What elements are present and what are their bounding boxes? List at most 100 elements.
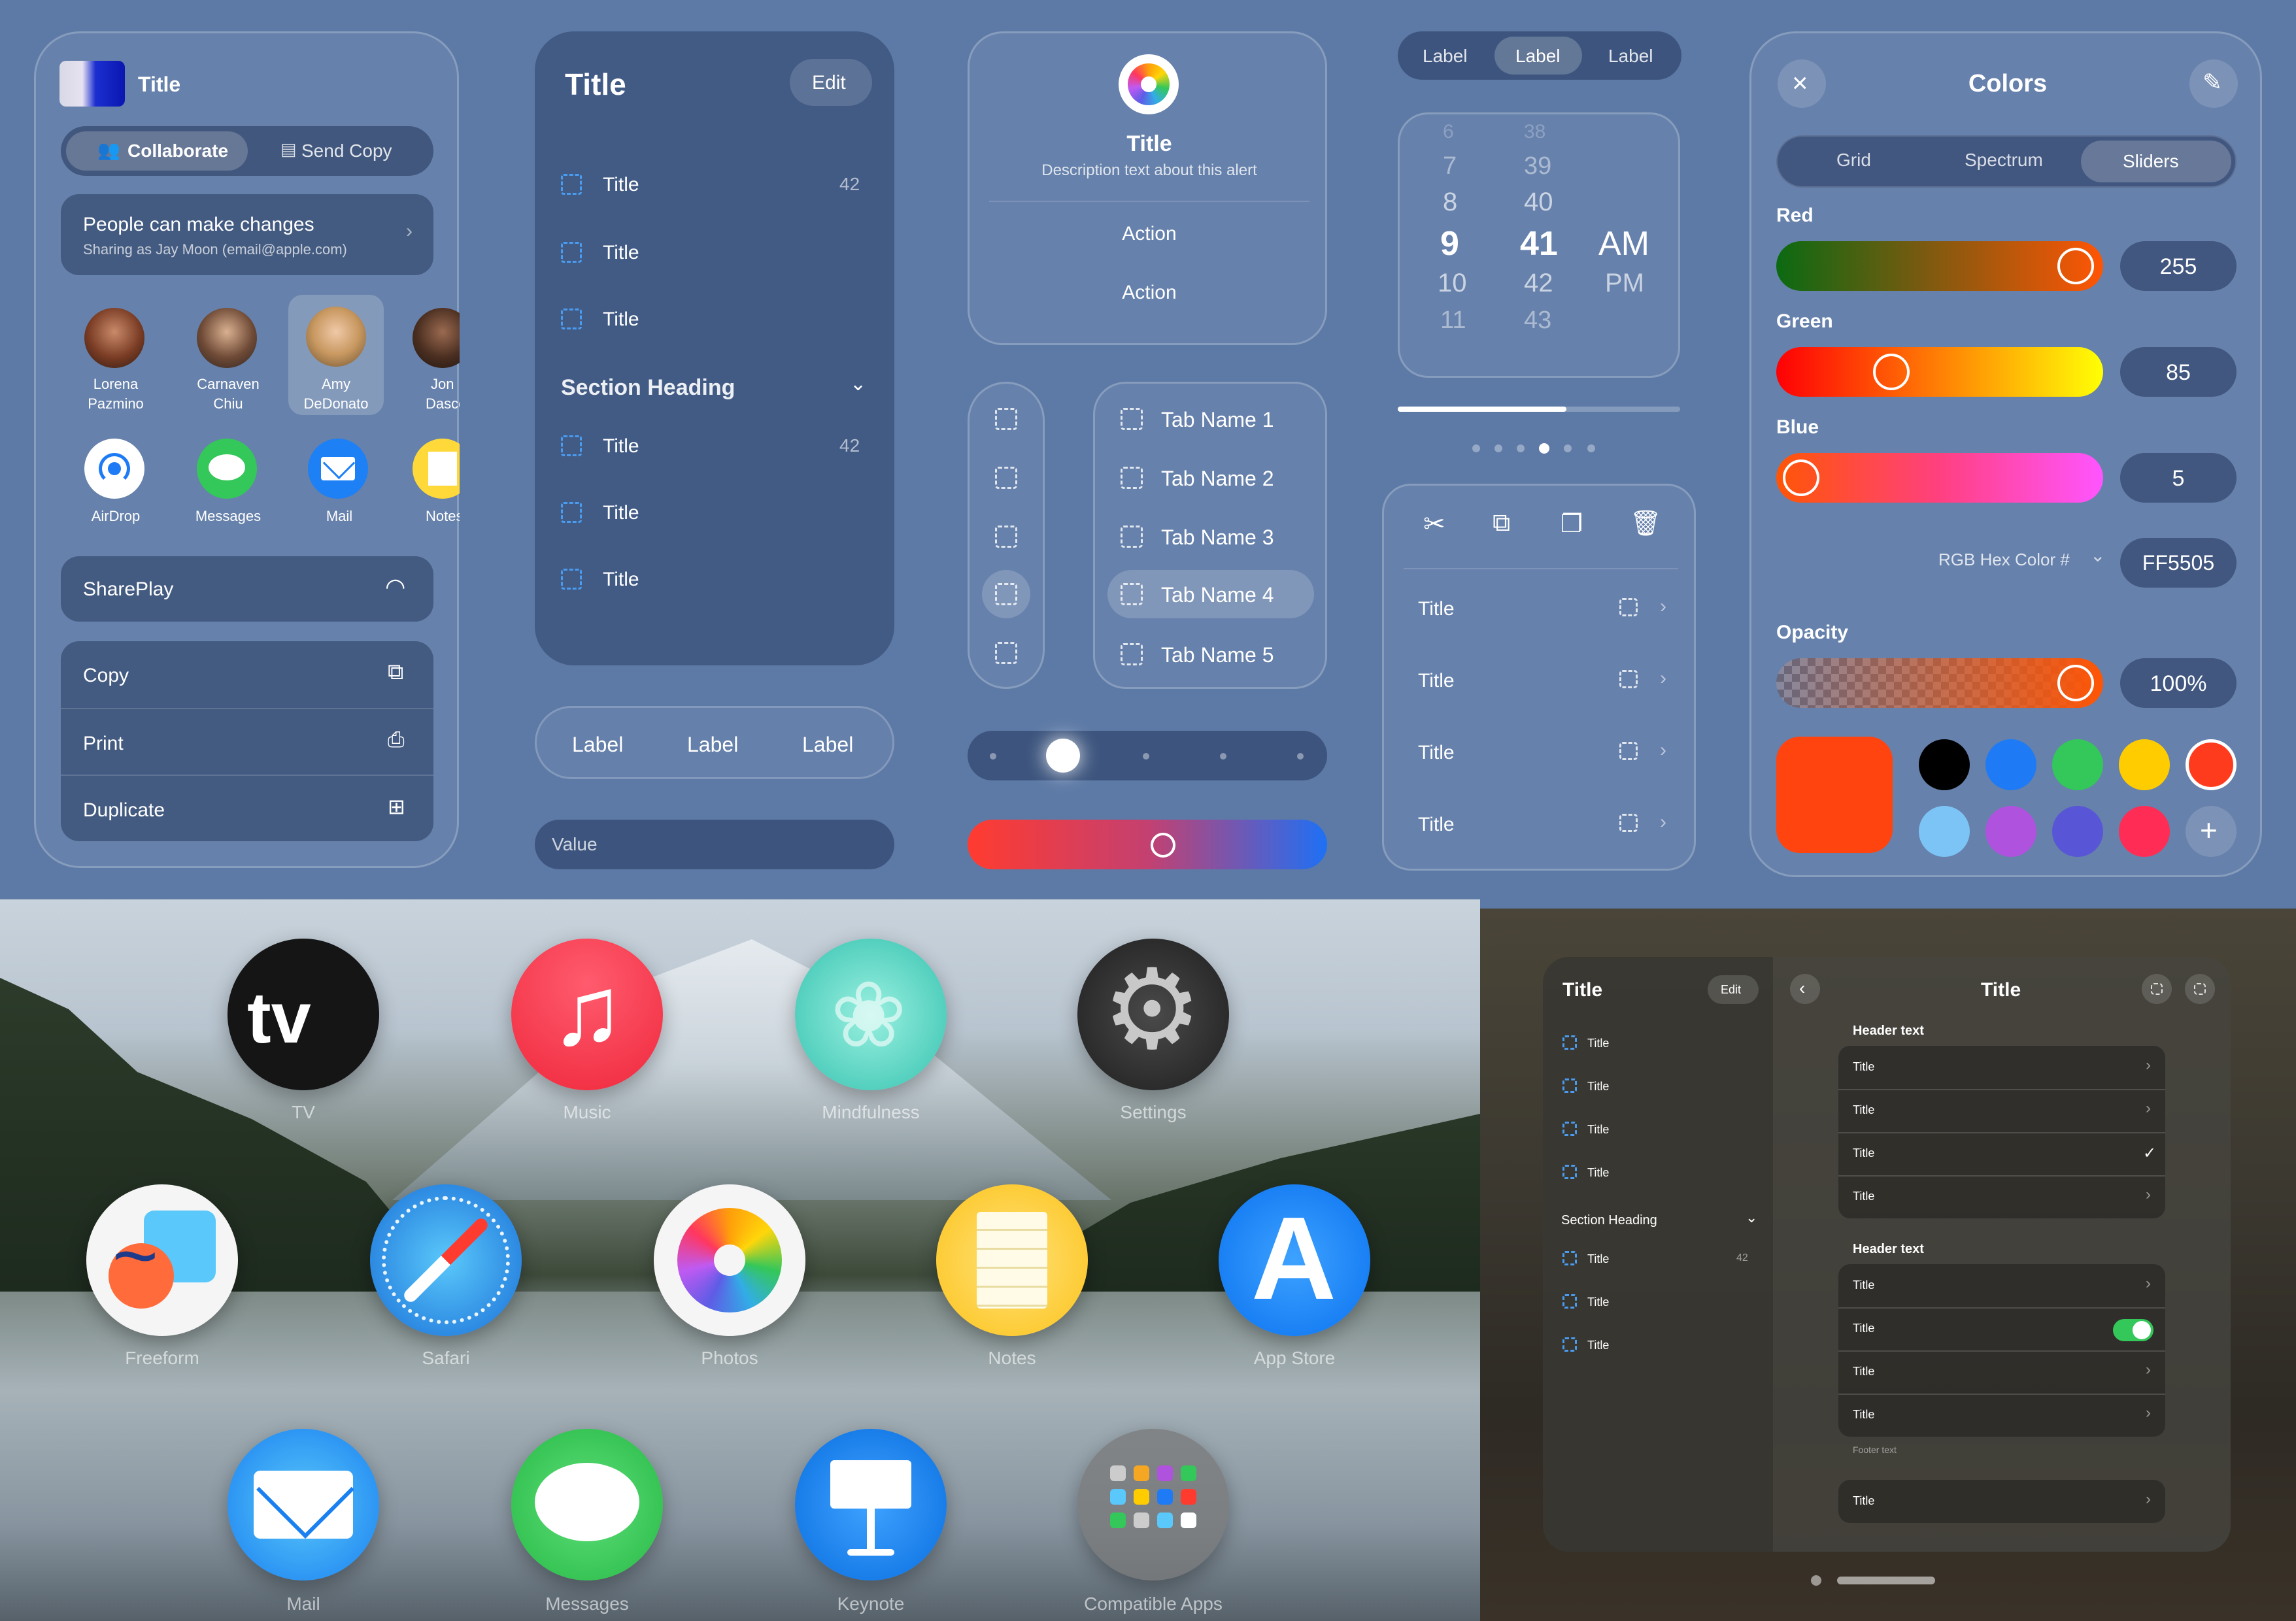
pm-option[interactable]: PM [1605,269,1644,298]
swatch-black[interactable] [1919,739,1970,790]
list-row[interactable]: Title [554,490,875,536]
swatch-orange-selected[interactable] [2186,739,2237,790]
red-slider[interactable] [1776,241,2103,291]
alert-action-button[interactable]: Action [989,269,1309,314]
duplicate-action[interactable]: Duplicate ⊞ [61,776,433,841]
person-lorena[interactable]: Lorena Pazmino [70,301,161,412]
toolbar-button[interactable] [2185,974,2215,1004]
tab-item[interactable]: Tab Name 3 [1105,512,1314,560]
menu-row[interactable]: Title › [1404,584,1678,636]
swatch-blue[interactable] [1985,739,2036,790]
photos-app-icon[interactable] [654,1184,805,1336]
section-heading[interactable]: Section Heading ⌄ [554,358,875,410]
slider-thumb[interactable] [1151,833,1175,858]
tab-icon[interactable] [995,467,1017,489]
tab-icon[interactable] [995,526,1017,548]
red-value-field[interactable]: 255 [2120,241,2237,291]
keynote-app-icon[interactable] [795,1429,947,1580]
menu-row[interactable]: Title › [1404,727,1678,780]
settings-app-icon[interactable]: ⚙ [1077,939,1229,1090]
hex-format-dropdown[interactable]: RGB Hex Color # [1938,550,2070,570]
back-button[interactable]: ‹ [1790,974,1820,1004]
add-swatch-button[interactable]: + [2186,806,2237,857]
hour-option[interactable]: 7 [1443,152,1457,180]
segment-label[interactable]: Label [1423,46,1468,67]
mindfulness-app-icon[interactable]: ❀ [795,939,947,1090]
swatch-indigo[interactable] [2052,806,2103,857]
green-value-field[interactable]: 85 [2120,347,2237,397]
menu-row[interactable]: Title › [1404,656,1678,708]
music-app-icon[interactable]: ♫ [511,939,663,1090]
permission-row[interactable]: People can make changes Sharing as Jay M… [61,194,433,275]
print-action[interactable]: Print ⎙ [61,709,433,775]
swatch-green[interactable] [2052,739,2103,790]
settings-row[interactable]: Title › [1838,1480,2165,1523]
safari-app-icon[interactable] [370,1184,522,1336]
tab-sliders-selected[interactable]: Sliders [2081,141,2231,182]
segment-label[interactable]: Label [802,733,853,757]
tv-app-icon[interactable]: tv [228,939,379,1090]
tab-item-selected[interactable]: Tab Name 4 [1107,570,1314,618]
slider-thumb[interactable] [1046,739,1080,773]
blue-slider[interactable] [1776,453,2103,503]
segment-label[interactable]: Label [687,733,738,757]
hour-option[interactable]: 10 [1438,269,1467,298]
minute-option[interactable]: 42 [1524,269,1553,298]
swatch-light-blue[interactable] [1919,806,1970,857]
app-store-app-icon[interactable]: A [1219,1184,1370,1336]
settings-row[interactable]: Title › [1838,1046,2165,1089]
alert-action-button[interactable]: Action [989,210,1309,256]
settings-row[interactable]: Title ✓ [1838,1132,2165,1175]
airdrop-app[interactable]: AirDrop [70,439,161,530]
person-amy[interactable]: Amy DeDonato [288,295,384,415]
toolbar-button[interactable] [2142,974,2172,1004]
shareplay-row[interactable]: SharePlay ◠ [61,556,433,622]
list-row[interactable]: Title 42 [554,424,875,469]
tab-icon[interactable] [995,408,1017,430]
sidebar-row[interactable]: Title [1559,1115,1755,1144]
sidebar-row[interactable]: Title [1559,1029,1755,1058]
slider-thumb[interactable] [2057,665,2094,701]
tab-spectrum[interactable]: Spectrum [1965,150,2043,171]
mail-app-icon[interactable] [228,1429,379,1580]
collaborate-button[interactable]: 👥 Collaborate [66,131,248,171]
notes-app[interactable]: Notes [398,439,460,530]
settings-row[interactable]: Title › [1838,1350,2165,1394]
tab-item[interactable]: Tab Name 1 [1105,395,1314,442]
hour-option[interactable]: 11 [1440,307,1466,335]
send-copy-button[interactable]: ▤ Send Copy [252,131,428,171]
scissors-icon[interactable]: ✂ [1423,509,1445,539]
segment-label[interactable]: Label [572,733,623,757]
compatible-apps-folder-icon[interactable] [1077,1429,1229,1580]
minute-option[interactable]: 43 [1524,307,1551,335]
sidebar-section-heading[interactable]: Section Heading ⌄ [1559,1205,1761,1234]
slider-thumb[interactable] [2057,248,2094,284]
am-selected[interactable]: AM [1598,224,1649,263]
opacity-value-field[interactable]: 100% [2120,658,2237,708]
settings-row[interactable]: Title › [1838,1264,2165,1307]
opacity-slider[interactable] [1776,658,2103,708]
value-field[interactable]: Value [535,820,894,869]
window-close-dot[interactable] [1811,1575,1821,1586]
settings-row[interactable]: Title › [1838,1089,2165,1132]
gradient-slider[interactable] [968,820,1327,869]
freeform-app-icon[interactable]: ~ [86,1184,238,1336]
mail-app[interactable]: Mail [294,439,385,530]
slider-thumb[interactable] [1783,460,1819,496]
person-jon[interactable]: Jon Dasco [398,301,460,412]
window-grabber[interactable] [1837,1577,1935,1584]
eyedropper-button[interactable]: ✎ [2189,59,2238,108]
segment-selected[interactable]: Label [1494,37,1582,75]
sidebar-row[interactable]: Title [1559,1158,1755,1187]
settings-row[interactable]: Title › [1838,1394,2165,1437]
toggle-switch[interactable] [2113,1319,2153,1341]
step-slider[interactable] [968,731,1327,780]
sidebar-row[interactable]: Title [1559,1072,1755,1101]
tab-grid[interactable]: Grid [1836,150,1871,171]
slider-thumb[interactable] [1873,354,1910,390]
hour-option[interactable]: 8 [1443,188,1457,217]
minute-option[interactable]: 39 [1524,152,1551,180]
copy-icon[interactable]: ⧉ [1493,509,1510,537]
list-row[interactable]: Title 42 [554,162,875,208]
green-slider[interactable] [1776,347,2103,397]
